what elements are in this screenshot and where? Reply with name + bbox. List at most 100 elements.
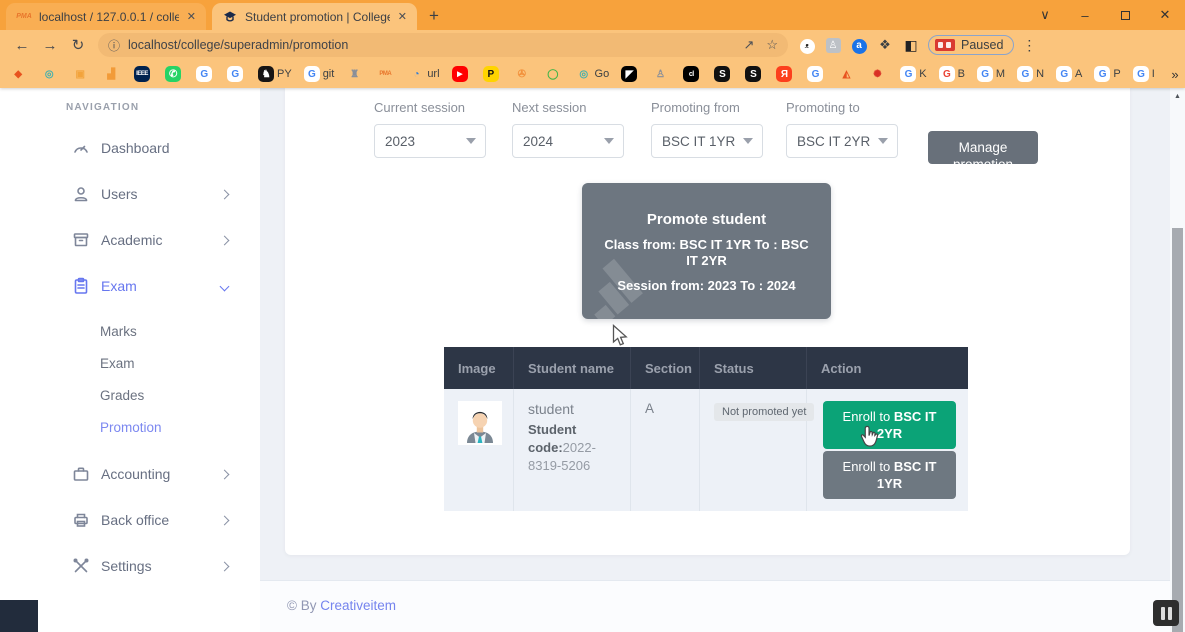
tab-student-promotion[interactable]: Student promotion | College ✕ bbox=[212, 3, 417, 30]
bookmark-item[interactable]: G bbox=[807, 66, 826, 82]
tab-close-icon[interactable]: ✕ bbox=[187, 10, 196, 23]
new-tab-button[interactable]: + bbox=[429, 6, 439, 26]
sidebar-item-back-office[interactable]: Back office bbox=[0, 497, 260, 543]
promoting-from-select[interactable]: BSC IT 1YR bbox=[651, 124, 763, 158]
bookmark-icon: G bbox=[304, 66, 320, 82]
bookmark-item[interactable]: ◆ bbox=[10, 66, 29, 82]
bookmark-item[interactable]: ◎Go bbox=[576, 66, 610, 82]
bookmark-icon: ▟ bbox=[103, 66, 119, 82]
bookmark-item[interactable]: ♞PY bbox=[258, 66, 292, 82]
a-glyph: a bbox=[852, 39, 867, 54]
bookmark-icon: ▣ bbox=[72, 66, 88, 82]
bookmark-icon: G bbox=[1056, 66, 1072, 82]
address-bar[interactable]: ⓘ localhost/college/superadmin/promotion… bbox=[98, 33, 788, 57]
bookmark-item[interactable]: PMA bbox=[377, 66, 396, 82]
bookmark-item[interactable]: GA bbox=[1056, 66, 1082, 82]
bookmark-item[interactable]: GI bbox=[1133, 66, 1155, 82]
bookmark-item[interactable]: ▟ bbox=[103, 66, 122, 82]
maximize-button[interactable] bbox=[1105, 8, 1145, 23]
bookmark-item[interactable]: ◭ bbox=[838, 66, 857, 82]
sidebar-item-users[interactable]: Users bbox=[0, 171, 260, 217]
section-cell: A bbox=[631, 389, 700, 511]
scrollbar-thumb[interactable] bbox=[1172, 228, 1183, 632]
recorder-paused-button[interactable]: Paused bbox=[928, 35, 1014, 55]
forward-icon[interactable]: → bbox=[36, 37, 64, 54]
bookmark-item[interactable]: Ggit bbox=[304, 66, 335, 82]
bookmark-item[interactable]: IEEE bbox=[134, 66, 153, 82]
sidebar-item-dashboard[interactable]: Dashboard bbox=[0, 125, 260, 171]
extension-person-icon[interactable]: ♙ bbox=[820, 37, 846, 53]
sidebar-item-academic[interactable]: Academic bbox=[0, 217, 260, 263]
bookmark-item[interactable]: GN bbox=[1017, 66, 1044, 82]
bookmark-item[interactable]: ✇ bbox=[514, 66, 533, 82]
sidebar-subitem-label: Marks bbox=[100, 324, 137, 339]
sidebar-item-promotion[interactable]: Promotion bbox=[0, 411, 260, 443]
enroll-to-1yr-button[interactable]: Enroll to BSC IT 1YR bbox=[823, 451, 956, 499]
bookmark-item[interactable]: ◔url bbox=[408, 66, 439, 82]
bookmark-item[interactable]: S bbox=[745, 66, 764, 82]
tab-close-icon[interactable]: ✕ bbox=[398, 10, 407, 23]
sidebar-item-settings[interactable]: Settings bbox=[0, 543, 260, 589]
select-chevron-icon bbox=[878, 138, 888, 144]
bookmark-item[interactable]: GB bbox=[939, 66, 965, 82]
minimize-button[interactable]: – bbox=[1065, 8, 1105, 23]
bookmark-item[interactable]: GM bbox=[977, 66, 1005, 82]
bookmark-icon: G bbox=[977, 66, 993, 82]
bookmark-item[interactable]: cl bbox=[683, 66, 702, 82]
next-session-select[interactable]: 2024 bbox=[512, 124, 624, 158]
sidebar-item-accounting[interactable]: Accounting bbox=[0, 451, 260, 497]
promoting-to-select[interactable]: BSC IT 2YR bbox=[786, 124, 898, 158]
bookmark-star-icon[interactable]: ☆ bbox=[766, 37, 778, 53]
bookmark-item[interactable]: P bbox=[483, 66, 502, 82]
bookmark-item[interactable]: ▶ bbox=[452, 66, 471, 82]
creativeitem-link[interactable]: Creativeitem bbox=[320, 598, 396, 613]
bookmark-item[interactable]: ▣ bbox=[72, 66, 91, 82]
bookmark-item[interactable]: G bbox=[227, 66, 246, 82]
bookmark-item[interactable]: ✆ bbox=[165, 66, 184, 82]
back-icon[interactable]: ← bbox=[8, 37, 36, 54]
tab-phpmyadmin[interactable]: PMA localhost / 127.0.0.1 / college / u … bbox=[6, 3, 206, 30]
bookmark-item[interactable]: ♙ bbox=[652, 66, 671, 82]
bookmark-item[interactable]: S bbox=[714, 66, 733, 82]
extension-a-icon[interactable]: a bbox=[846, 37, 872, 54]
bookmark-item[interactable]: Я bbox=[776, 66, 795, 82]
url-text[interactable]: localhost/college/superadmin/promotion bbox=[128, 38, 731, 52]
bookmark-item[interactable]: GK bbox=[900, 66, 926, 82]
select-chevron-icon bbox=[743, 138, 753, 144]
sidebar-item-grades[interactable]: Grades bbox=[0, 379, 260, 411]
site-info-icon[interactable]: ⓘ bbox=[108, 37, 120, 54]
profile-avatar-icon[interactable]: ◧ bbox=[898, 37, 924, 54]
overlay-pause-button[interactable] bbox=[1153, 600, 1179, 626]
bookmark-label: I bbox=[1152, 68, 1155, 80]
reload-icon[interactable]: ↻ bbox=[64, 36, 92, 54]
enroll-to-2yr-button[interactable]: Enroll to BSC IT 2YR bbox=[823, 401, 956, 449]
share-icon[interactable]: ↗ bbox=[743, 37, 754, 53]
bookmark-icon: Я bbox=[776, 66, 792, 82]
sidebar-item-exam-sub[interactable]: Exam bbox=[0, 347, 260, 379]
tab-search-icon[interactable]: ∨ bbox=[1025, 7, 1065, 23]
bookmark-item[interactable]: ✺ bbox=[869, 66, 888, 82]
sidebar-subitem-label: Exam bbox=[100, 356, 135, 371]
manage-promotion-button[interactable]: Manage promotion bbox=[928, 131, 1038, 164]
bookmark-item[interactable]: ♜ bbox=[346, 66, 365, 82]
select-chevron-icon bbox=[466, 138, 476, 144]
bookmark-item[interactable]: GP bbox=[1094, 66, 1120, 82]
sidebar-item-marks[interactable]: Marks bbox=[0, 315, 260, 347]
current-session-select[interactable]: 2023 bbox=[374, 124, 486, 158]
extension-panda-icon[interactable]: ᴥ bbox=[794, 37, 820, 54]
bookmark-item[interactable]: ◯ bbox=[545, 66, 564, 82]
bookmark-item[interactable]: ◤ bbox=[621, 66, 640, 82]
extensions-puzzle-icon[interactable]: ❖ bbox=[872, 37, 898, 53]
student-image-cell bbox=[444, 389, 514, 511]
status-badge: Not promoted yet bbox=[714, 403, 814, 421]
bookmarks-overflow-icon[interactable]: » bbox=[1167, 66, 1183, 82]
bookmark-item[interactable]: ◎ bbox=[41, 66, 60, 82]
scroll-up-icon[interactable]: ▲ bbox=[1170, 88, 1185, 100]
scrollbar[interactable]: ▲ bbox=[1170, 88, 1185, 632]
bookmark-icon: ♜ bbox=[346, 66, 362, 82]
menu-kebab-icon[interactable]: ⋮ bbox=[1018, 37, 1040, 54]
bookmark-icon: P bbox=[483, 66, 499, 82]
bookmark-item[interactable]: G bbox=[196, 66, 215, 82]
close-window-button[interactable]: ✕ bbox=[1145, 7, 1185, 23]
sidebar-item-exam[interactable]: Exam bbox=[0, 263, 260, 309]
